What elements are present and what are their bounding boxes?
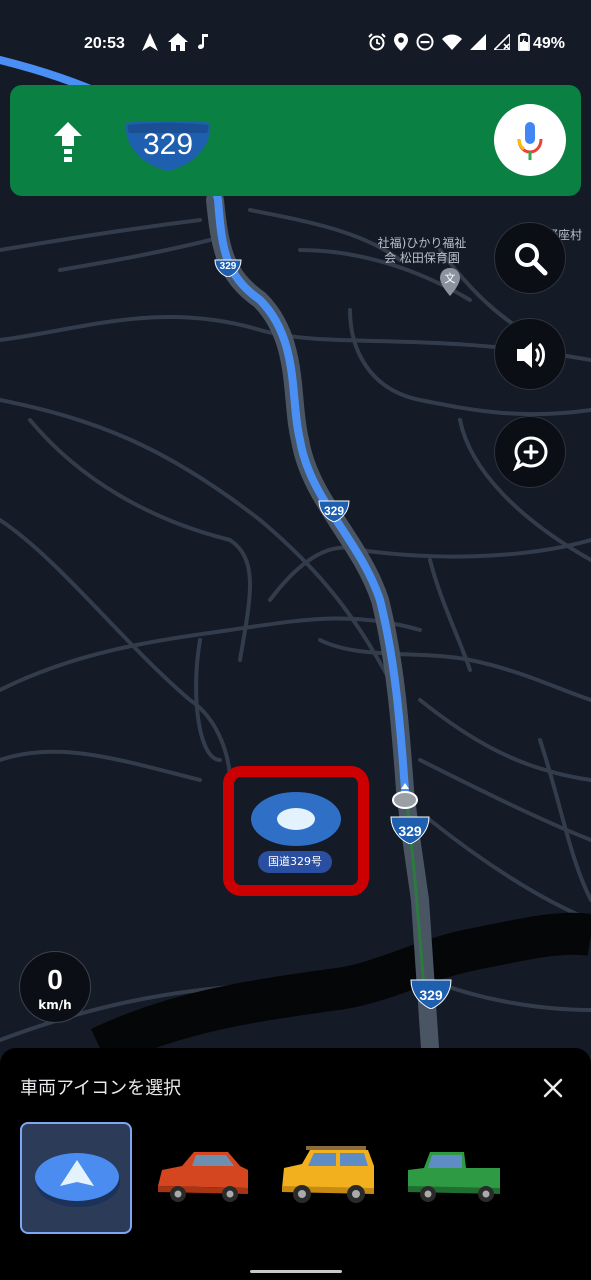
map-route-shield: 329 (318, 500, 350, 523)
search-icon (515, 243, 548, 276)
add-report-button[interactable] (494, 416, 566, 488)
red-car-icon (158, 1152, 248, 1202)
dnd-icon (416, 33, 434, 51)
map-route-shield: 329 (410, 979, 452, 1010)
signal-off-icon (494, 34, 510, 50)
straight-arrow-icon (54, 122, 82, 162)
svg-text:文: 文 (445, 271, 456, 285)
status-bar: 20:53 49% (0, 0, 591, 84)
poi-label: 社福)ひかり福祉 会 松田保育園 (377, 236, 467, 265)
sheet-title: 車両アイコンを選択 (20, 1078, 182, 1099)
yellow-suv-icon (282, 1146, 374, 1203)
voice-search-button[interactable] (494, 104, 566, 176)
alarm-icon (368, 33, 386, 51)
navigation-icon (142, 33, 158, 51)
status-time: 20:53 (84, 35, 125, 52)
home-indicator[interactable] (250, 1270, 342, 1273)
speed-unit: km/h (38, 998, 72, 1012)
home-icon (168, 33, 188, 51)
navigation-banner[interactable]: 329 (10, 85, 581, 196)
add-report-icon (513, 436, 548, 471)
search-button[interactable] (494, 222, 566, 294)
navigation-arrow-icon (35, 1153, 120, 1207)
music-icon (198, 34, 208, 49)
volume-icon (517, 342, 545, 368)
speedometer: 0 km/h (19, 951, 91, 1023)
status-left-icons (142, 33, 210, 51)
location-icon (394, 33, 408, 51)
map-route-shield: 329 (390, 816, 430, 845)
battery-icon (518, 33, 530, 51)
wifi-icon (442, 34, 462, 50)
vehicle-option-yellow-suv[interactable] (276, 1122, 388, 1234)
school-pin-icon[interactable]: 文 (440, 268, 460, 296)
signal-icon (470, 34, 486, 50)
speed-value: 0 (47, 964, 63, 995)
sound-button[interactable] (494, 318, 566, 390)
road-name-label: 国道329号 (258, 851, 332, 873)
route-number: 329 (142, 128, 194, 161)
vehicle-option-arrow[interactable] (20, 1122, 132, 1234)
status-right-icons (368, 33, 530, 51)
close-icon[interactable] (541, 1076, 565, 1100)
vehicle-position-icon (251, 792, 341, 846)
vehicle-option-green-truck[interactable] (404, 1122, 516, 1234)
mic-icon (517, 122, 543, 160)
map-route-shield: 329 (214, 259, 242, 278)
battery-percentage: 49% (533, 35, 566, 52)
vehicle-icon-sheet: 車両アイコンを選択 (0, 1048, 591, 1280)
vehicle-option-red-car[interactable] (148, 1122, 260, 1234)
green-truck-icon (408, 1152, 500, 1202)
